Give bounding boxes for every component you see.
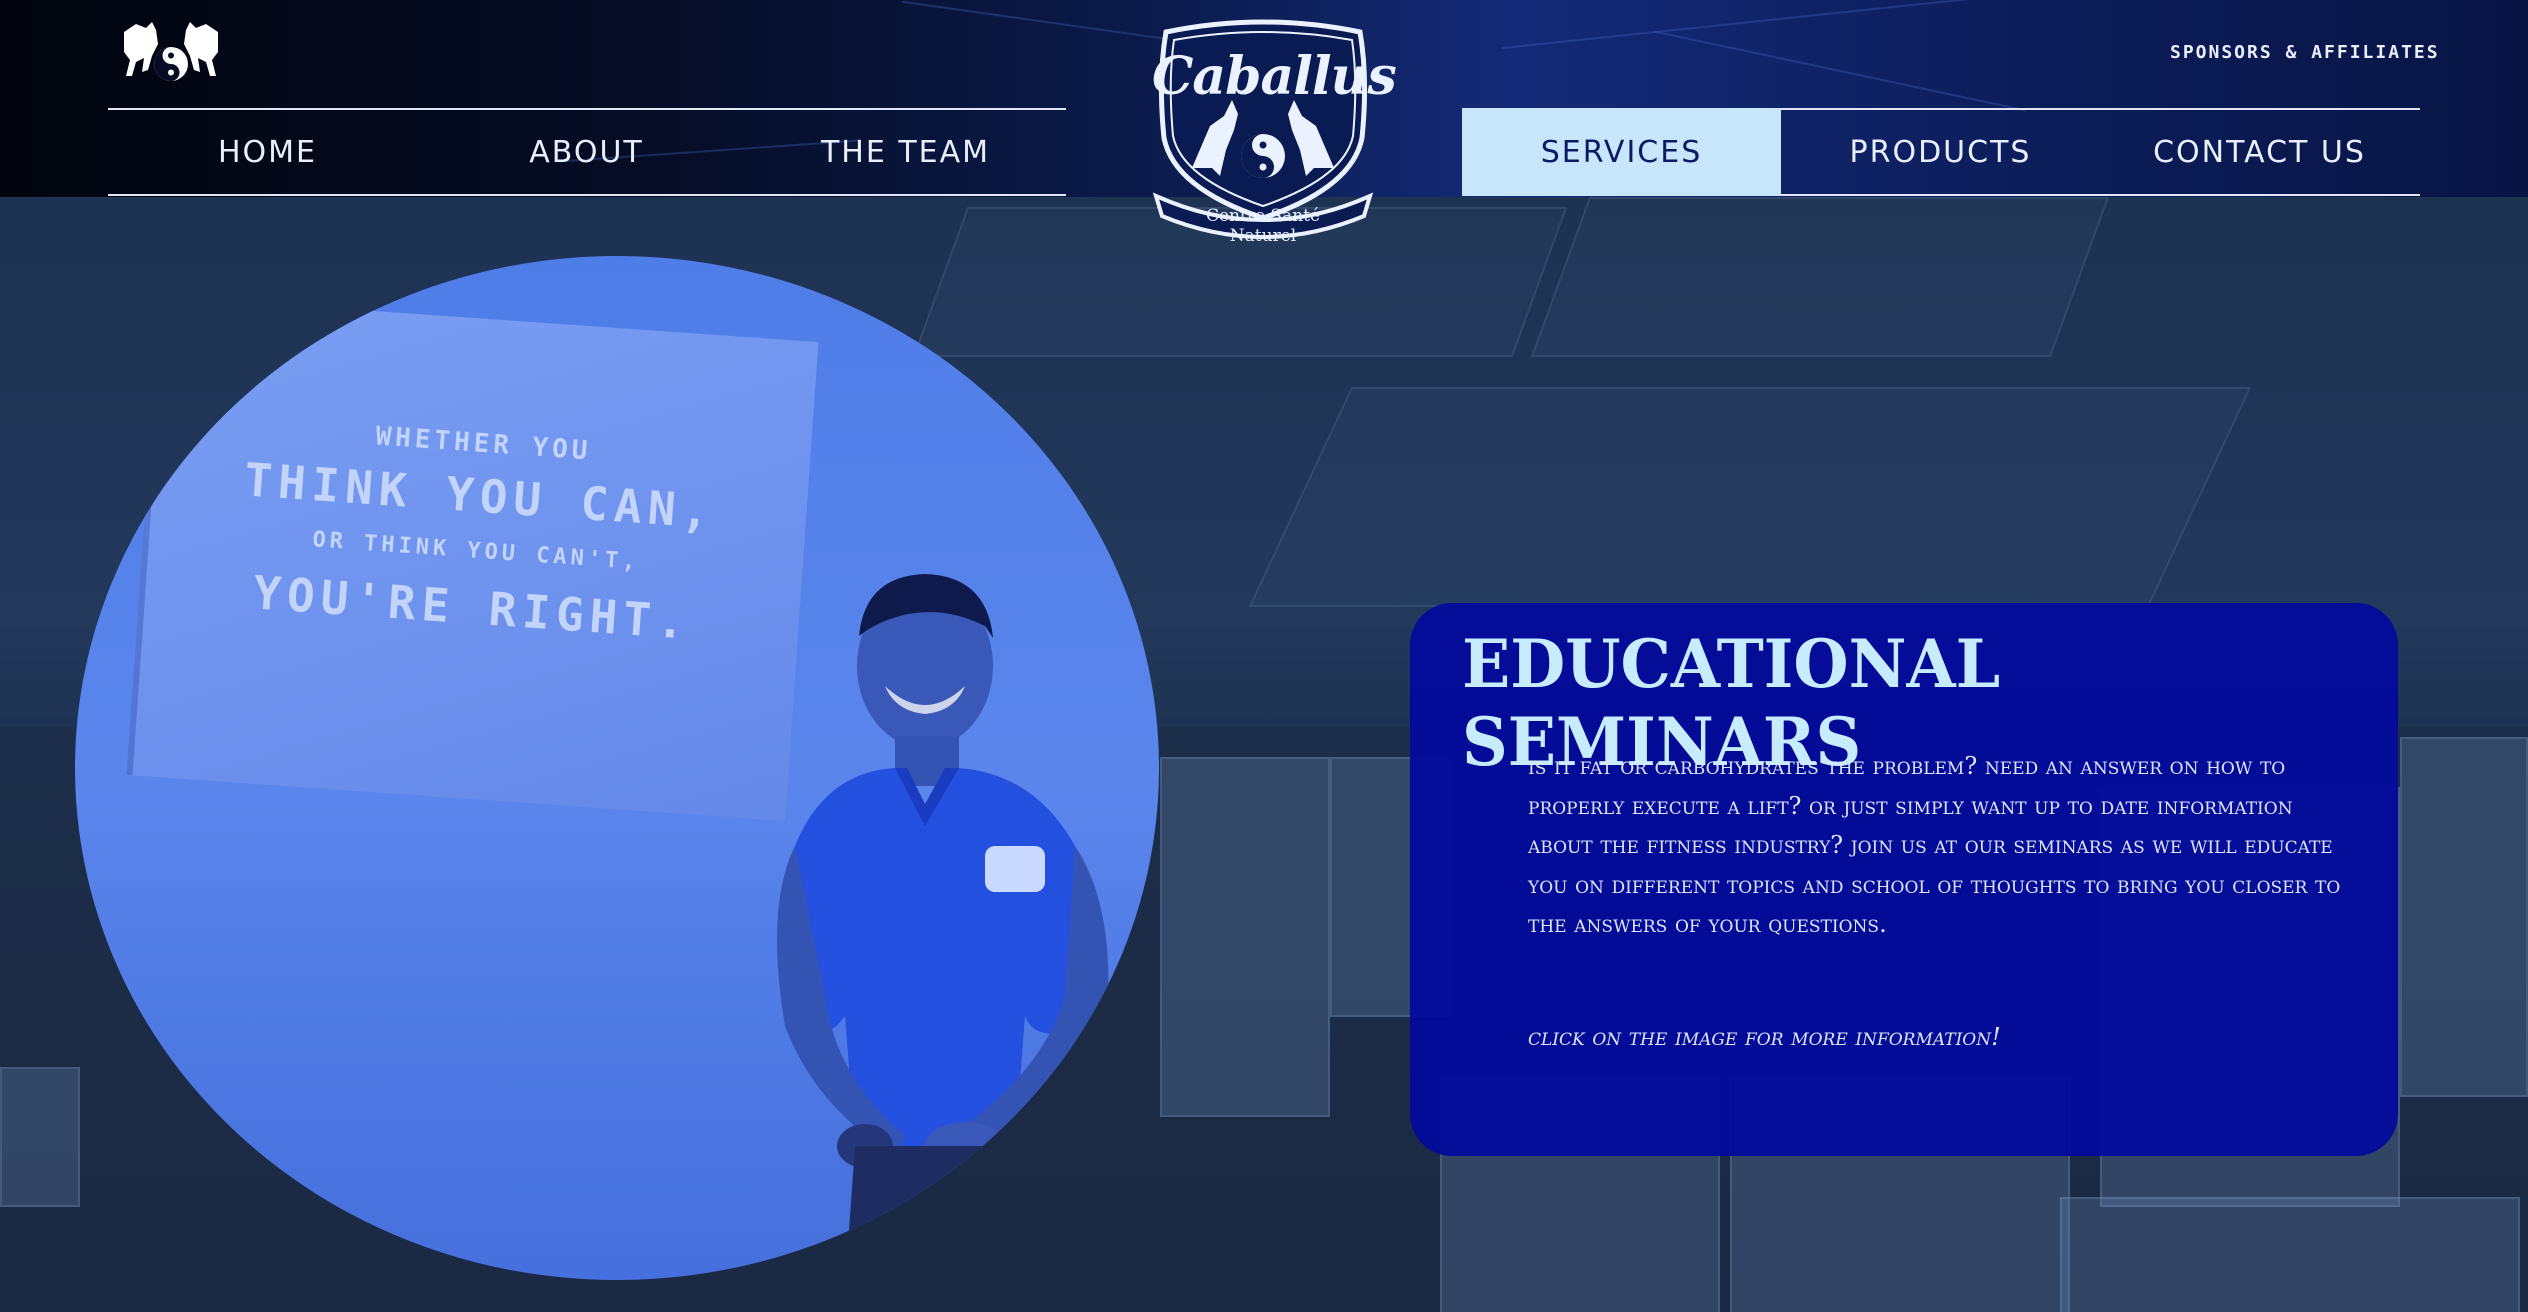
nav-home[interactable]: HOME: [108, 108, 427, 196]
nav-products[interactable]: PRODUCTS: [1781, 108, 2100, 196]
sponsors-affiliates-link[interactable]: SPONSORS & AFFILIATES: [2170, 42, 2440, 63]
nav-contact-us[interactable]: CONTACT US: [2100, 108, 2419, 196]
projector-screen: WHETHER YOU THINK YOU CAN, OR THINK YOU …: [126, 296, 819, 821]
poster: [2060, 1197, 2520, 1312]
more-info-note[interactable]: Click on the image for more information!: [1528, 1023, 2358, 1051]
presenter-person-icon: [777, 574, 1109, 1280]
texture: [1653, 30, 2027, 112]
ceiling-panel: [1248, 387, 2252, 607]
card-description: Is it fat or carbohydrates the problem? …: [1528, 752, 2341, 938]
nav-left: HOME ABOUT THE TEAM: [108, 108, 1065, 196]
nav-the-team[interactable]: THE TEAM: [746, 108, 1065, 196]
nav-right: SERVICES PRODUCTS CONTACT US: [1462, 108, 2419, 196]
nav-about[interactable]: ABOUT: [427, 108, 746, 196]
texture: [1501, 0, 2019, 50]
poster: [1160, 757, 1330, 1117]
poster: [2400, 737, 2528, 1097]
crest-title: Caballus: [1152, 46, 1397, 107]
seminar-info-card: EDUCATIONAL SEMINARS Is it fat or carboh…: [1410, 603, 2398, 1156]
ceiling-panel: [1530, 197, 2110, 357]
poster: [0, 1067, 80, 1207]
nav-services[interactable]: SERVICES: [1462, 108, 1781, 196]
horses-yinyang-logo-icon[interactable]: [118, 18, 224, 90]
caballus-crest-logo[interactable]: Caballus Centre Santé Naturel: [1152, 18, 1397, 248]
seminar-photo[interactable]: WHETHER YOU THINK YOU CAN, OR THINK YOU …: [75, 256, 1159, 1280]
crest-subtitle: Centre Santé Naturel: [1205, 206, 1321, 246]
